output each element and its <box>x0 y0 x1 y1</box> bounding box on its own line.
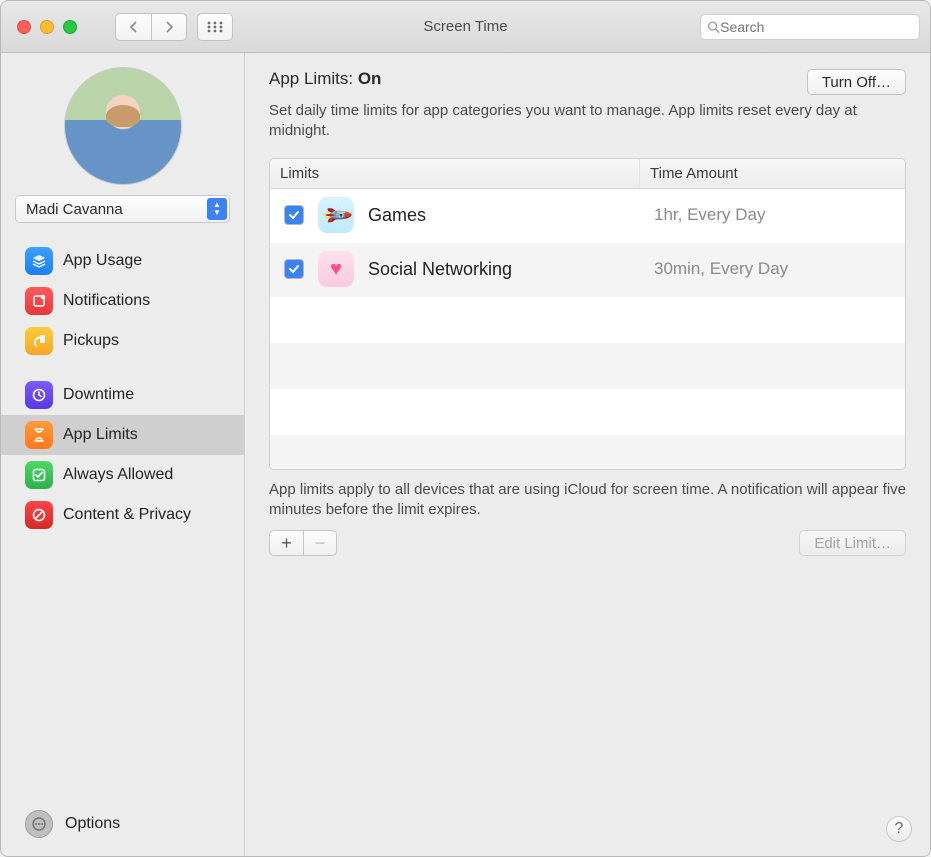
table-row[interactable]: ♥ Social Networking 30min, Every Day <box>270 243 905 297</box>
sidebar-item-app-limits[interactable]: App Limits <box>1 415 244 455</box>
window: Screen Time Madi Cavanna ▲▼ <box>0 0 931 857</box>
edit-limit-button[interactable]: Edit Limit… <box>799 530 906 556</box>
column-header-limits[interactable]: Limits <box>270 159 640 188</box>
sidebar: Madi Cavanna ▲▼ App Usage Notifications <box>1 53 245 856</box>
sidebar-item-notifications[interactable]: Notifications <box>1 281 244 321</box>
grid-icon <box>207 21 223 33</box>
limit-checkbox[interactable] <box>284 205 304 225</box>
sidebar-item-label: Notifications <box>63 292 150 310</box>
main-panel: App Limits: On Turn Off… Set daily time … <box>245 53 930 856</box>
table-header: Limits Time Amount <box>270 159 905 189</box>
sidebar-item-label: Content & Privacy <box>63 506 191 524</box>
check-icon <box>25 461 53 489</box>
remove-limit-button[interactable]: − <box>303 530 337 556</box>
nav-back-button[interactable] <box>115 13 151 41</box>
limit-time: 1hr, Every Day <box>640 205 905 225</box>
footnote: App limits apply to all devices that are… <box>269 480 906 521</box>
bell-icon <box>25 287 53 315</box>
add-remove-group: + − <box>269 530 337 556</box>
limit-time: 30min, Every Day <box>640 259 905 279</box>
page-description: Set daily time limits for app categories… <box>269 101 906 142</box>
column-header-time[interactable]: Time Amount <box>640 159 905 188</box>
sidebar-nav: App Usage Notifications Pickups <box>1 241 244 535</box>
add-limit-button[interactable]: + <box>269 530 303 556</box>
heart-bubble-icon: ♥ <box>318 251 354 287</box>
sidebar-item-pickups[interactable]: Pickups <box>1 321 244 361</box>
updown-arrows-icon: ▲▼ <box>207 198 227 220</box>
layers-icon <box>25 247 53 275</box>
table-row-empty <box>270 297 905 343</box>
heading-prefix: App Limits: <box>269 69 358 88</box>
avatar-wrap <box>1 67 244 185</box>
sidebar-item-always-allowed[interactable]: Always Allowed <box>1 455 244 495</box>
traffic-lights <box>17 20 77 34</box>
table-row-empty <box>270 343 905 389</box>
show-all-prefs-button[interactable] <box>197 13 233 41</box>
sidebar-item-label: App Usage <box>63 252 142 270</box>
header-row: App Limits: On Turn Off… <box>269 69 906 95</box>
user-select-label: Madi Cavanna <box>26 201 123 218</box>
limits-table: Limits Time Amount 🚀 Games 1hr, Every Da… <box>269 158 906 470</box>
search-field[interactable] <box>700 14 920 40</box>
search-icon <box>707 20 720 34</box>
table-body: 🚀 Games 1hr, Every Day ♥ Social Networki… <box>270 189 905 469</box>
table-row[interactable]: 🚀 Games 1hr, Every Day <box>270 189 905 243</box>
noentry-icon <box>25 501 53 529</box>
sidebar-separator <box>1 361 244 375</box>
sidebar-item-label: Always Allowed <box>63 466 173 484</box>
help-button[interactable]: ? <box>886 816 912 842</box>
table-row-empty <box>270 435 905 469</box>
sidebar-item-downtime[interactable]: Downtime <box>1 375 244 415</box>
heading-status: On <box>358 69 382 88</box>
body: Madi Cavanna ▲▼ App Usage Notifications <box>1 53 930 856</box>
hourglass-icon <box>25 421 53 449</box>
limit-name: Games <box>368 205 426 226</box>
sidebar-options[interactable]: Options <box>1 795 244 856</box>
table-row-empty <box>270 389 905 435</box>
search-input[interactable] <box>720 19 913 35</box>
nav-back-forward <box>115 13 187 41</box>
rocket-icon: 🚀 <box>318 197 354 233</box>
titlebar: Screen Time <box>1 1 930 53</box>
sidebar-item-content-privacy[interactable]: Content & Privacy <box>1 495 244 535</box>
clock-icon <box>25 381 53 409</box>
sidebar-item-label: Pickups <box>63 332 119 350</box>
turn-off-button[interactable]: Turn Off… <box>807 69 906 95</box>
minimize-window-button[interactable] <box>40 20 54 34</box>
sidebar-item-app-usage[interactable]: App Usage <box>1 241 244 281</box>
user-select[interactable]: Madi Cavanna ▲▼ <box>15 195 230 223</box>
footer-row: + − Edit Limit… <box>269 530 906 556</box>
pickup-icon <box>25 327 53 355</box>
sidebar-item-label: Downtime <box>63 386 134 404</box>
cell-limits: ♥ Social Networking <box>270 251 640 287</box>
ellipsis-icon <box>25 810 53 838</box>
page-title: App Limits: On <box>269 69 381 89</box>
cell-limits: 🚀 Games <box>270 197 640 233</box>
user-avatar[interactable] <box>64 67 182 185</box>
help-icon: ? <box>895 820 904 838</box>
limit-name: Social Networking <box>368 259 512 280</box>
close-window-button[interactable] <box>17 20 31 34</box>
sidebar-item-label: App Limits <box>63 426 138 444</box>
zoom-window-button[interactable] <box>63 20 77 34</box>
options-label: Options <box>65 815 120 833</box>
limit-checkbox[interactable] <box>284 259 304 279</box>
nav-forward-button[interactable] <box>151 13 187 41</box>
